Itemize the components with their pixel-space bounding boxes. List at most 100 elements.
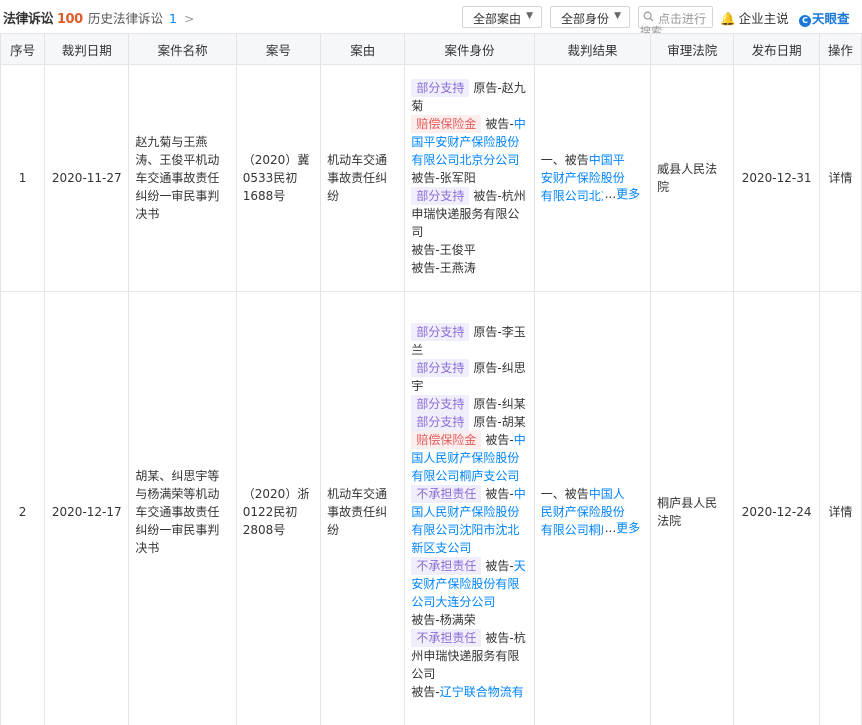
history-count: 1 [169,11,177,26]
row-index: 1 [0,64,46,292]
case-reason: 机动车交通事故责任纠纷 [320,64,406,292]
ellipsis-text: ... [604,187,617,201]
search-placeholder: 点击进行 [658,12,707,26]
role-prefix: 被告- [485,117,514,131]
case-name: 赵九菊与王燕涛、王俊平机动车交通事故责任纠纷一审民事判决书 [128,64,237,292]
bell-icon: 🔔 [720,11,736,26]
role-prefix: 被告- [411,612,440,627]
chevron-right-icon: > [183,11,195,26]
enterprise-notice-link[interactable]: 🔔 企业主说 [720,8,789,27]
case-role-entry: 赔偿保险金 被告-中国人民财产保险股份有限公司桐庐支公司 [411,430,527,485]
section-title: 法律诉讼 100 [3,8,83,27]
search-icon [643,11,654,22]
more-button[interactable]: ...更多 [602,185,641,203]
brand-name: 天眼查 [812,11,850,26]
enterprise-notice-label: 企业主说 [738,11,789,26]
identity-dropdown-label: 全部身份 [561,12,610,26]
identity-dropdown[interactable]: 全部身份 ▼ [550,6,630,28]
role-prefix: 被告- [485,486,514,501]
role-prefix: 被告- [411,243,440,257]
party-link[interactable]: 辽宁联合物流有 [440,685,524,699]
role-status-badge: 不承担责任 [411,556,482,575]
case-role-entry: 不承担责任 被告-杭州申瑞快递服务有限公司 [411,628,527,683]
column-header-judgment-date: 裁判日期 [44,33,130,65]
court-name: 威县人民法院 [650,64,735,292]
case-role-entry: 部分支持 原告-纠某 [411,394,527,413]
case-role-cell: 部分支持 原告-李玉兰 部分支持 原告-纠思宇 部分支持 原告-纠某 部分支持 原告-胡某 赔偿… [404,291,535,725]
role-prefix: 被告- [485,630,514,645]
party-name: 纠某 [501,396,526,411]
role-status-badge: 部分支持 [411,322,470,341]
detail-link[interactable]: 详情 [818,64,862,292]
role-prefix: 被告- [473,189,502,203]
table-row: 2 2020-12-17 胡某、纠思宇等与杨满荣等机动车交通事故责任纠纷一审民事判决… [0,291,862,725]
judgment-result-summary: 一、被告中国平安财产保险股份有限公司北京分公司于本判决生效后...更多 [541,151,644,205]
publish-date: 2020-12-24 [733,291,820,725]
column-header-case-name: 案件名称 [128,33,237,65]
more-label: 更多 [616,520,641,535]
judgment-result-cell: 一、被告中国人民财产保险股份有限公司桐庐支公司于本判决生效后...更多 [533,291,652,725]
role-prefix: 被告- [485,432,514,447]
case-reason-dropdown[interactable]: 全部案由 ▼ [462,6,542,28]
party-name: 杨满荣 [439,612,476,627]
role-status-badge: 不承担责任 [411,484,482,503]
role-status-badge: 不承担责任 [411,628,482,647]
judgment-date: 2020-11-27 [44,64,130,292]
case-role-entry: 被告-王燕涛 [411,259,527,277]
case-role-entry: 赔偿保险金 被告-中国平安财产保险股份有限公司北京分公司 [411,115,527,169]
column-header-case-role: 案件身份 [404,33,535,65]
party-name: 王俊平 [439,243,476,257]
case-role-entry: 被告-辽宁联合物流有 [411,683,527,701]
case-role-entry: 被告-张军阳 [411,169,527,187]
more-button[interactable]: ...更多 [602,518,641,537]
case-number: （2020）浙0122民初2808号 [235,291,322,725]
case-number: （2020）冀0533民初1688号 [235,64,322,292]
role-status-badge: 赔偿保险金 [411,115,482,133]
case-role-entry: 部分支持 原告-纠思宇 [411,358,527,395]
party-name: 王燕涛 [439,261,476,275]
history-label: 历史法律诉讼 [88,11,164,26]
role-status-badge: 部分支持 [411,394,470,413]
role-prefix: 被告- [411,261,440,275]
party-name: 张军阳 [439,171,476,185]
role-prefix: 被告- [411,171,440,185]
case-reason-dropdown-label: 全部案由 [473,12,522,26]
caret-down-icon: ▼ [614,11,621,21]
role-status-badge: 部分支持 [411,412,470,431]
column-header-publish-date: 发布日期 [733,33,820,65]
role-prefix: 原告- [473,81,502,95]
caret-down-icon: ▼ [526,11,533,21]
brand-logo: C 天眼查 [799,8,850,27]
table-row: 1 2020-11-27 赵九菊与王燕涛、王俊平机动车交通事故责任纠纷一审民事判决书… [0,64,862,292]
role-prefix: 原告- [473,324,502,339]
role-status-badge: 赔偿保险金 [411,430,482,449]
row-index: 2 [0,291,46,725]
role-status-badge: 部分支持 [411,358,470,377]
top-bar: 法律诉讼 100 历史法律诉讼 1 > 全部案由 ▼ 全部身份 ▼ 点击进行 搜索… [0,0,862,38]
detail-link[interactable]: 详情 [818,291,862,725]
section-title-label: 法律诉讼 [3,12,54,27]
role-prefix: 原告- [473,360,502,375]
lawsuit-table: 序号 裁判日期 案件名称 案号 案由 案件身份 裁判结果 审理法院 发布日期 操… [0,33,862,725]
lawsuit-count: 100 [57,12,83,27]
case-role-entry: 部分支持 原告-胡某 [411,412,527,431]
role-prefix: 被告- [411,684,440,699]
history-lawsuit-link[interactable]: 历史法律诉讼 1 > [88,8,194,27]
role-prefix: 原告- [473,396,502,411]
case-role-cell: 部分支持 原告-赵九菊 赔偿保险金 被告-中国平安财产保险股份有限公司北京分公司 被告-… [404,64,535,292]
publish-date: 2020-12-31 [733,64,820,292]
case-name: 胡某、纠思宇等与杨满荣等机动车交通事故责任纠纷一审民事判决书 [128,291,237,725]
case-role-entry: 部分支持 被告-杭州申瑞快递服务有限公司 [411,187,527,241]
column-header-index: 序号 [0,33,46,65]
column-header-judgment-result: 裁判结果 [533,33,652,65]
ellipsis-text: ... [604,520,617,535]
judgment-result-summary: 一、被告中国人民财产保险股份有限公司桐庐支公司于本判决生效后...更多 [541,485,644,539]
role-prefix: 原告- [473,414,502,429]
case-role-entry: 不承担责任 被告-中国人民财产保险股份有限公司沈阳市沈北新区支公司 [411,484,527,557]
case-role-entry: 部分支持 原告-赵九菊 [411,79,527,115]
case-reason: 机动车交通事故责任纠纷 [320,291,406,725]
column-header-action: 操作 [818,33,862,65]
column-header-court: 审理法院 [650,33,735,65]
judgment-date: 2020-12-17 [44,291,130,725]
court-name: 桐庐县人民法院 [650,291,735,725]
